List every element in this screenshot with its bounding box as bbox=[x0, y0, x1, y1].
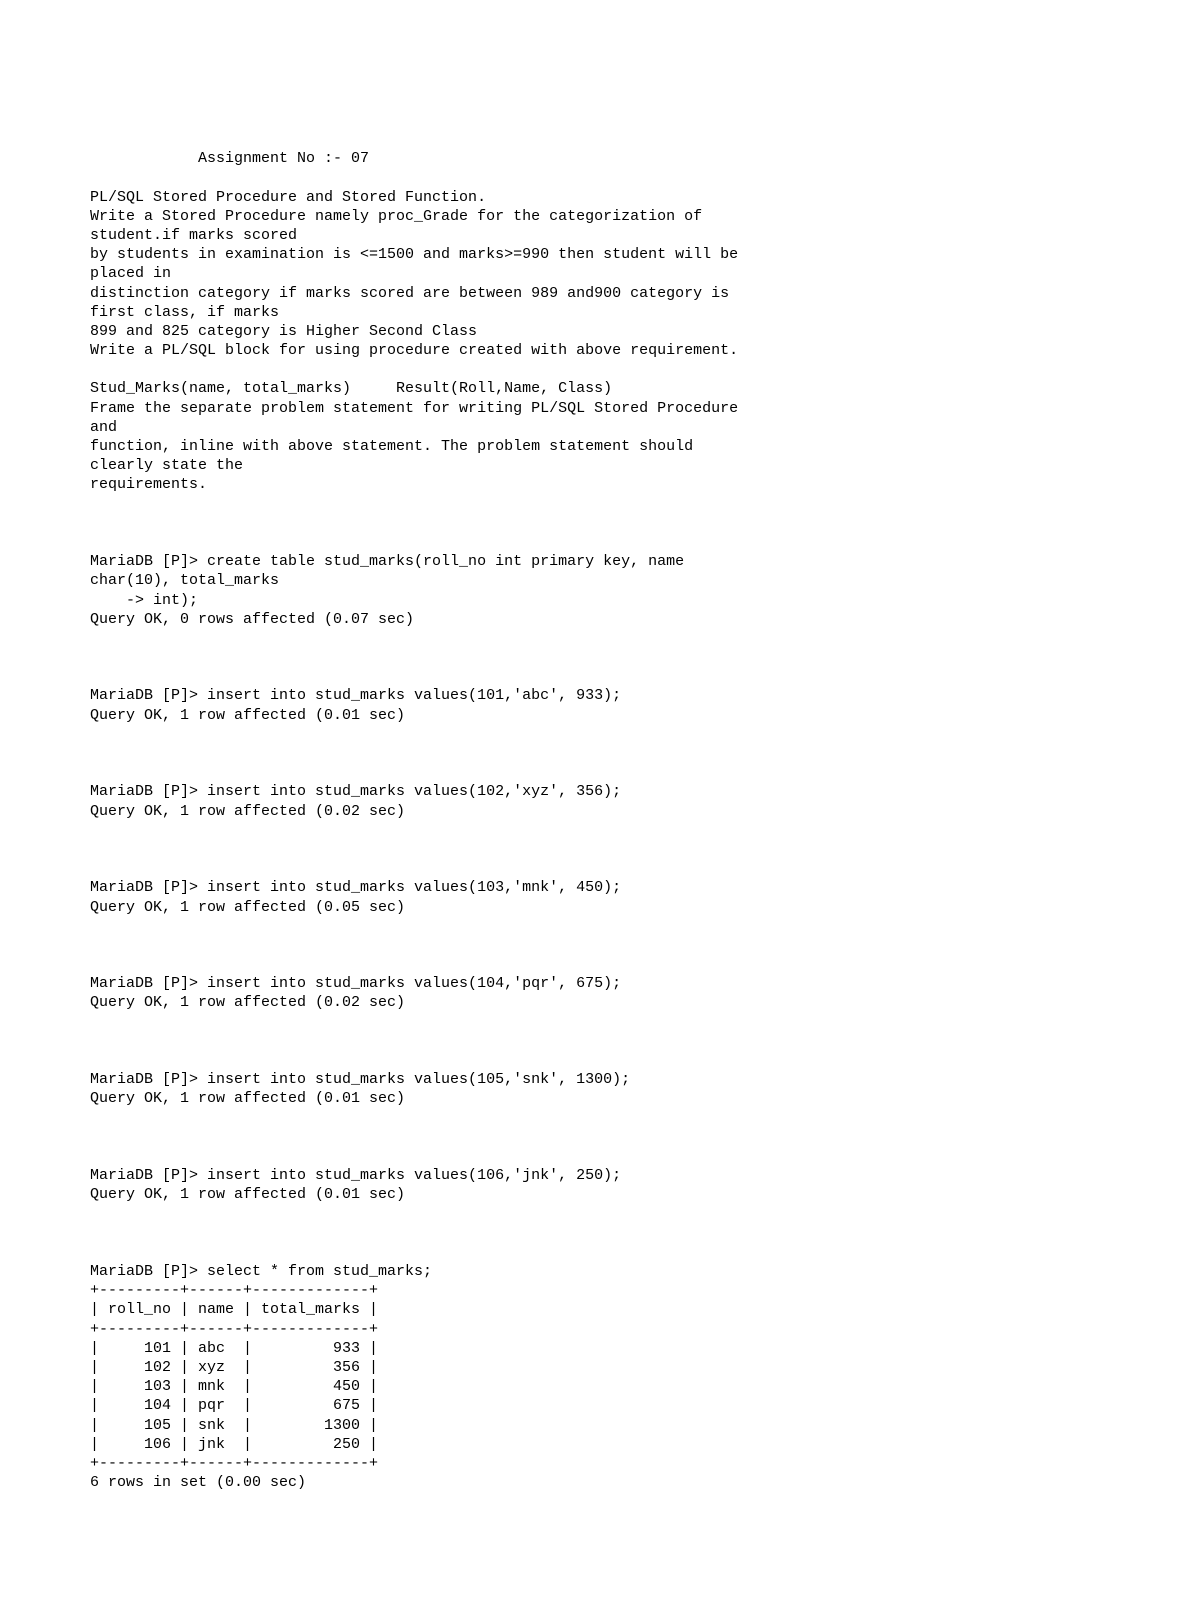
blank-line-4 bbox=[90, 840, 1110, 859]
sql-insert-2: MariaDB [P]> insert into stud_marks valu… bbox=[90, 782, 1110, 820]
blank-line-6 bbox=[90, 1032, 1110, 1051]
blank-line-8 bbox=[90, 1224, 1110, 1243]
blank-line-7 bbox=[90, 1128, 1110, 1147]
blank-line-1 bbox=[90, 514, 1110, 533]
sql-insert-3: MariaDB [P]> insert into stud_marks valu… bbox=[90, 878, 1110, 916]
sql-insert-6: MariaDB [P]> insert into stud_marks valu… bbox=[90, 1166, 1110, 1204]
sql-insert-1: MariaDB [P]> insert into stud_marks valu… bbox=[90, 686, 1110, 724]
sql-insert-4: MariaDB [P]> insert into stud_marks valu… bbox=[90, 974, 1110, 1012]
blank-line-2 bbox=[90, 648, 1110, 667]
blank-line-3 bbox=[90, 744, 1110, 763]
assignment-description: PL/SQL Stored Procedure and Stored Funct… bbox=[90, 188, 1110, 495]
sql-create-table: MariaDB [P]> create table stud_marks(rol… bbox=[90, 552, 1110, 629]
document-page: Assignment No :- 07 PL/SQL Stored Proced… bbox=[0, 0, 1200, 1602]
assignment-title: Assignment No :- 07 bbox=[90, 149, 1110, 168]
blank-line-5 bbox=[90, 936, 1110, 955]
sql-select-result: MariaDB [P]> select * from stud_marks; +… bbox=[90, 1262, 1110, 1492]
sql-insert-5: MariaDB [P]> insert into stud_marks valu… bbox=[90, 1070, 1110, 1108]
